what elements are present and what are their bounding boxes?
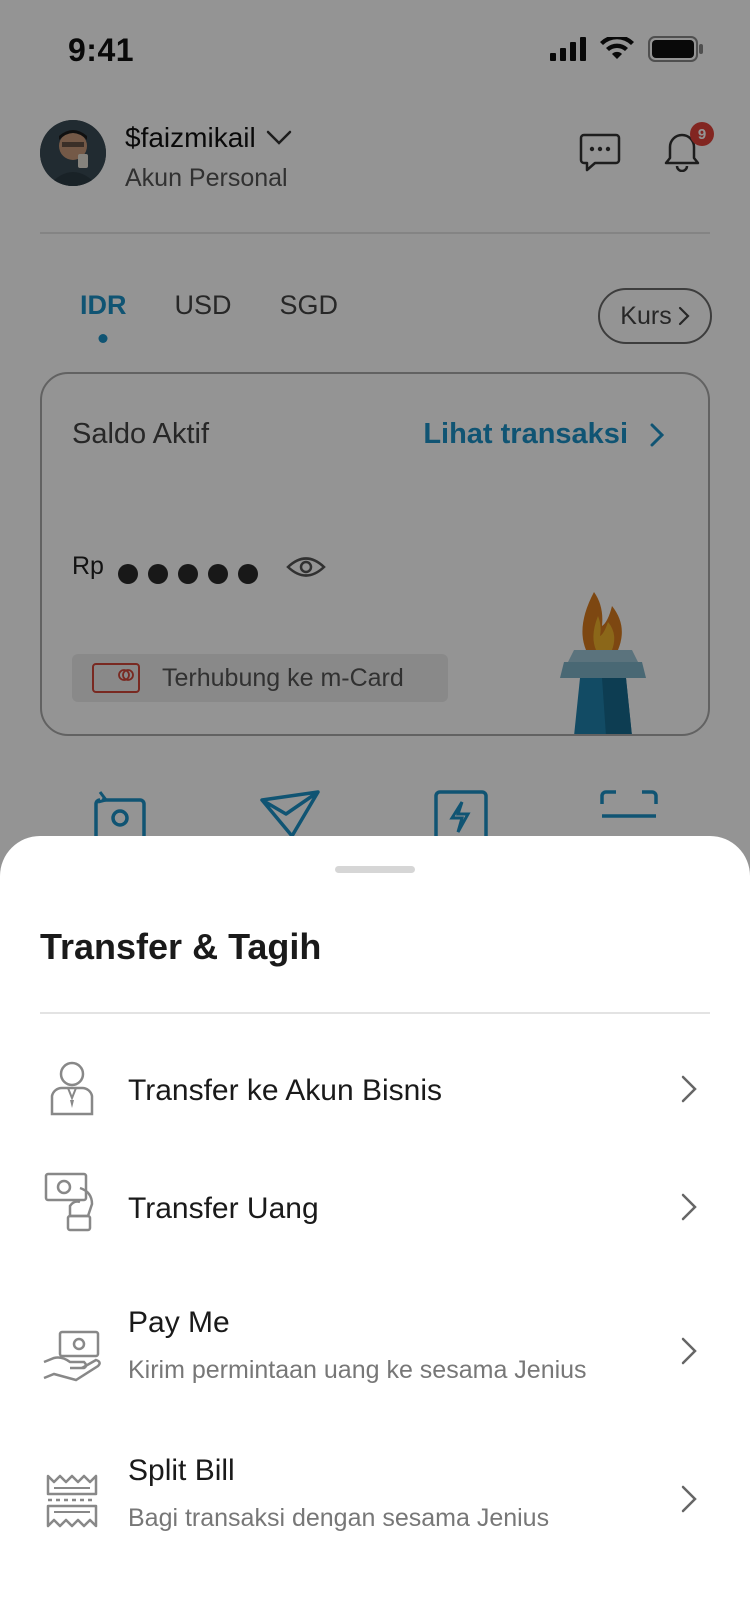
menu-item-transfer-money[interactable]: Transfer Uang bbox=[0, 1156, 750, 1266]
chevron-right-icon bbox=[681, 1337, 697, 1365]
business-person-icon bbox=[50, 1061, 94, 1116]
menu-item-transfer-business[interactable]: Transfer ke Akun Bisnis bbox=[0, 1034, 750, 1144]
chevron-right-icon bbox=[681, 1485, 697, 1513]
chevron-right-icon bbox=[681, 1193, 697, 1221]
sheet-divider bbox=[40, 1012, 710, 1014]
menu-item-label: Transfer Uang bbox=[128, 1192, 319, 1225]
menu-item-label: Pay Me bbox=[128, 1306, 230, 1339]
receipt-split-icon bbox=[46, 1474, 98, 1528]
app-screen: 9:41 $faizmikail Akun Personal 9 IDR USD… bbox=[0, 0, 750, 1624]
chevron-right-icon bbox=[681, 1075, 697, 1103]
sheet-title: Transfer & Tagih bbox=[40, 926, 322, 967]
menu-item-label: Transfer ke Akun Bisnis bbox=[128, 1074, 443, 1107]
menu-item-subtitle: Kirim permintaan uang ke sesama Jenius bbox=[128, 1356, 587, 1384]
money-transfer-icon bbox=[44, 1172, 94, 1232]
sheet-drag-handle[interactable] bbox=[335, 866, 415, 873]
bottom-sheet: Transfer & Tagih Transfer ke Akun Bisnis bbox=[0, 836, 750, 1624]
menu-item-split-bill[interactable]: Split Bill Bagi transaksi dengan sesama … bbox=[0, 1454, 750, 1574]
menu-item-pay-me[interactable]: Pay Me Kirim permintaan uang ke sesama J… bbox=[0, 1306, 750, 1426]
menu-item-subtitle: Bagi transaksi dengan sesama Jenius bbox=[128, 1504, 550, 1532]
menu-item-label: Split Bill bbox=[128, 1454, 235, 1487]
hand-money-icon bbox=[43, 1330, 101, 1382]
